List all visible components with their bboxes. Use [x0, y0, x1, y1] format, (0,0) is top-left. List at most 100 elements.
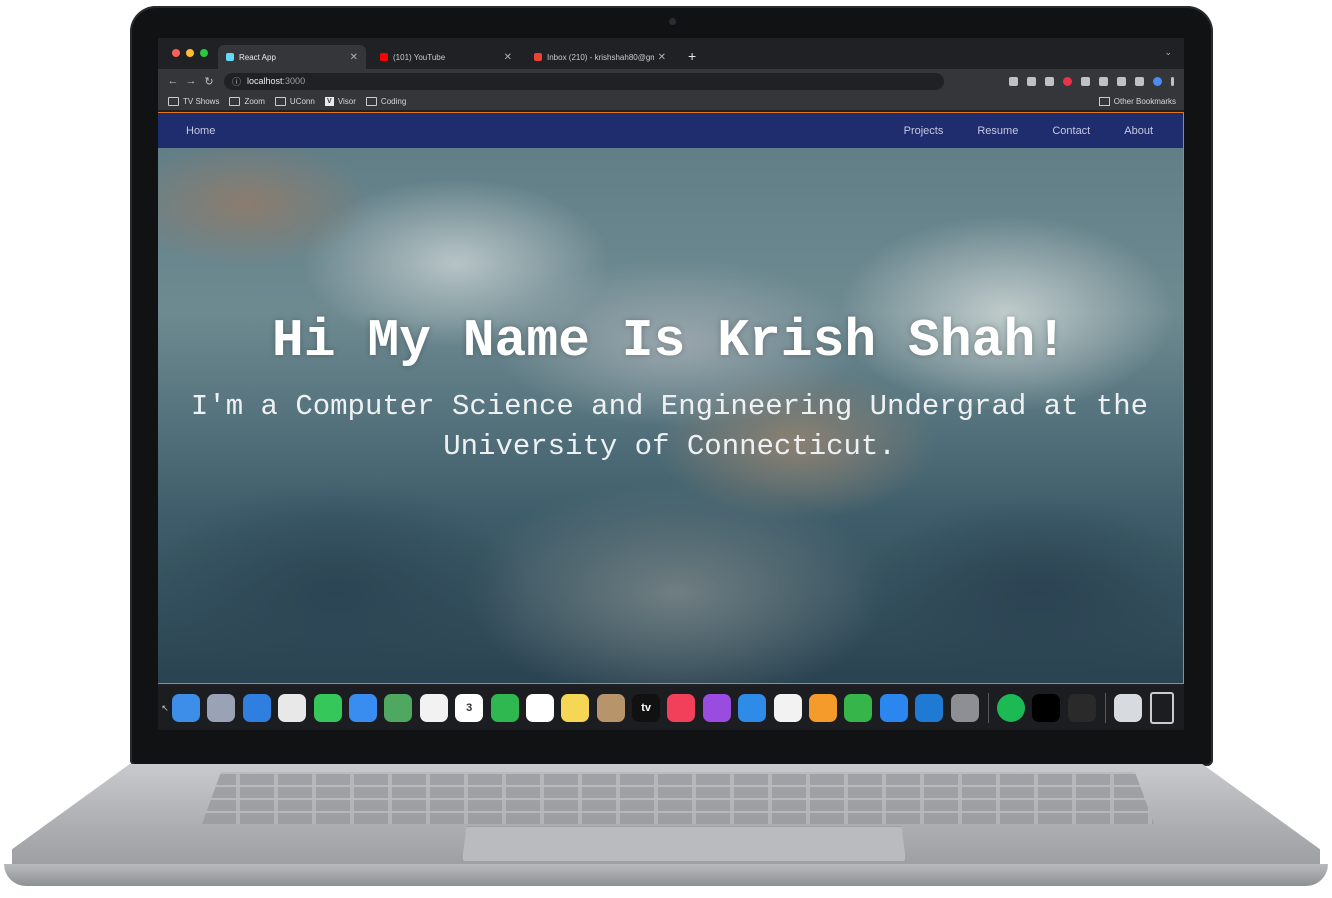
folder-icon — [168, 97, 179, 106]
tab-title: (101) YouTube — [393, 52, 446, 62]
hero-subheading: I'm a Computer Science and Engineering U… — [190, 390, 1149, 463]
bookmark-zoom[interactable]: Zoom — [229, 97, 265, 106]
folder-icon — [365, 97, 377, 106]
hero-heading: Hi My Name Is Krish Shah! — [271, 311, 1068, 371]
trackpad — [462, 826, 906, 862]
dock-apple-tv-icon[interactable]: tv — [632, 694, 661, 722]
minimize-window-button[interactable] — [186, 49, 194, 57]
dock-app-store-icon[interactable] — [879, 694, 908, 722]
bookmark-label: Coding — [380, 97, 407, 106]
tab-title: React App — [239, 52, 276, 62]
page-viewport: Home Projects Resume Contact About Hi My… — [158, 112, 1184, 684]
dock-mail-icon[interactable] — [348, 694, 377, 722]
close-tab-icon[interactable]: ✕ — [350, 52, 358, 63]
side-panel-icon[interactable] — [1135, 76, 1144, 86]
reload-icon[interactable]: ↻ — [200, 75, 218, 88]
download-icon[interactable] — [1117, 76, 1126, 86]
close-tab-icon[interactable]: ✕ — [504, 52, 512, 63]
dock-trash-icon[interactable] — [1149, 692, 1174, 724]
dock-notes-icon[interactable] — [561, 694, 590, 722]
back-arrow-icon[interactable]: ← — [164, 75, 182, 87]
folder-icon — [229, 97, 241, 106]
dock-jetbrains-icon[interactable] — [1032, 694, 1061, 722]
laptop-base — [0, 764, 1332, 898]
visor-logo-icon: V — [324, 97, 334, 106]
nav-home-link[interactable]: Home — [186, 125, 215, 137]
forward-arrow-icon[interactable]: → — [182, 75, 200, 87]
nav-contact-link[interactable]: Contact — [1052, 125, 1090, 137]
dock-calendar-icon[interactable]: 3 — [455, 694, 484, 722]
url-port: :3000 — [282, 76, 306, 86]
laptop-front-edge — [4, 864, 1328, 886]
nav-projects-link[interactable]: Projects — [904, 125, 944, 137]
gmail-favicon-icon — [534, 53, 542, 61]
tab-title: Inbox (210) - krishshah80@gm — [547, 52, 654, 62]
dock-reminders-icon[interactable] — [525, 694, 554, 722]
dock-news-icon[interactable] — [773, 694, 802, 722]
dock-numbers-icon[interactable] — [844, 694, 873, 722]
bookmark-star-icon[interactable] — [1045, 76, 1054, 86]
dock-contacts-icon[interactable] — [596, 694, 625, 722]
dock-podcasts-icon[interactable] — [702, 694, 731, 722]
hero-section: Hi My Name Is Krish Shah! I'm a Computer… — [158, 303, 1183, 467]
close-window-button[interactable] — [172, 49, 180, 57]
tab-gmail[interactable]: Inbox (210) - krishshah80@gm ✕ — [526, 45, 674, 69]
reading-list-icon[interactable] — [1099, 76, 1108, 86]
nav-resume-link[interactable]: Resume — [977, 125, 1018, 137]
tab-search-chevron-icon[interactable]: ⌄ — [1164, 47, 1172, 58]
extensions-area — [1009, 76, 1184, 86]
browser-tab-bar: React App ✕ (101) YouTube ✕ Inbox (210) … — [158, 38, 1184, 69]
dock-spotify-icon[interactable] — [996, 694, 1025, 722]
bookmark-uconn[interactable]: UConn — [274, 97, 315, 106]
new-tab-button[interactable]: + — [680, 48, 704, 69]
site-info-icon[interactable]: ⓘ — [232, 75, 241, 88]
dock-vscode-icon[interactable] — [915, 694, 944, 722]
dock-finder-window-icon[interactable] — [1114, 694, 1143, 722]
menu-kebab-icon[interactable] — [1171, 76, 1174, 86]
dock-launchpad-icon[interactable] — [207, 694, 236, 722]
webcam — [669, 18, 676, 25]
bookmark-label: TV Shows — [183, 97, 220, 106]
share-icon[interactable] — [1027, 76, 1036, 86]
tab-react-app[interactable]: React App ✕ — [218, 45, 366, 69]
address-bar[interactable]: ⓘ localhost:3000 — [224, 72, 944, 90]
cursor-arrow-icon: ↖ — [161, 702, 169, 713]
folder-icon — [274, 97, 286, 106]
close-tab-icon[interactable]: ✕ — [658, 52, 666, 63]
react-favicon-icon — [226, 53, 234, 61]
maximize-window-button[interactable] — [200, 49, 208, 57]
nav-links: Projects Resume Contact About — [904, 125, 1153, 137]
zoom-icon[interactable] — [1009, 76, 1018, 86]
bookmark-label: Other Bookmarks — [1113, 97, 1176, 106]
bookmark-coding[interactable]: Coding — [365, 97, 407, 106]
dock-maps-icon[interactable] — [384, 694, 413, 722]
bookmarks-bar: TV Shows Zoom UConn V Visor Coding Other… — [158, 93, 1184, 111]
profile-avatar[interactable] — [1153, 76, 1162, 86]
tab-youtube[interactable]: (101) YouTube ✕ — [372, 45, 520, 69]
dock-chrome-icon[interactable] — [278, 694, 307, 722]
other-bookmarks[interactable]: Other Bookmarks — [1098, 97, 1176, 106]
extensions-puzzle-icon[interactable] — [1081, 76, 1090, 86]
dock-finder-icon[interactable] — [172, 694, 200, 722]
macos-dock: ↖ 3 tv — [158, 686, 1184, 730]
dock-separator — [987, 693, 989, 723]
bookmark-label: Zoom — [244, 97, 265, 106]
nav-about-link[interactable]: About — [1124, 125, 1153, 137]
dock-terminal-icon[interactable] — [1067, 694, 1096, 722]
dock-facetime-icon[interactable] — [490, 694, 519, 722]
dock-pages-icon[interactable] — [809, 694, 838, 722]
extension-red-icon[interactable] — [1063, 76, 1072, 86]
bookmark-tv-shows[interactable]: TV Shows — [168, 97, 219, 106]
dock-keynote-icon[interactable] — [738, 694, 767, 722]
dock-music-icon[interactable] — [667, 694, 696, 722]
dock-system-preferences-icon[interactable] — [950, 694, 979, 722]
dock-safari-icon[interactable] — [242, 694, 271, 722]
browser-toolbar: ← → ↻ ⓘ localhost:3000 — [158, 69, 1184, 93]
bookmark-label: UConn — [289, 97, 315, 106]
folder-icon — [1098, 97, 1110, 106]
window-controls — [158, 49, 218, 69]
dock-photos-icon[interactable] — [419, 694, 448, 722]
bookmark-visor[interactable]: V Visor — [324, 97, 356, 106]
dock-messages-icon[interactable] — [313, 694, 342, 722]
youtube-favicon-icon — [380, 53, 388, 61]
